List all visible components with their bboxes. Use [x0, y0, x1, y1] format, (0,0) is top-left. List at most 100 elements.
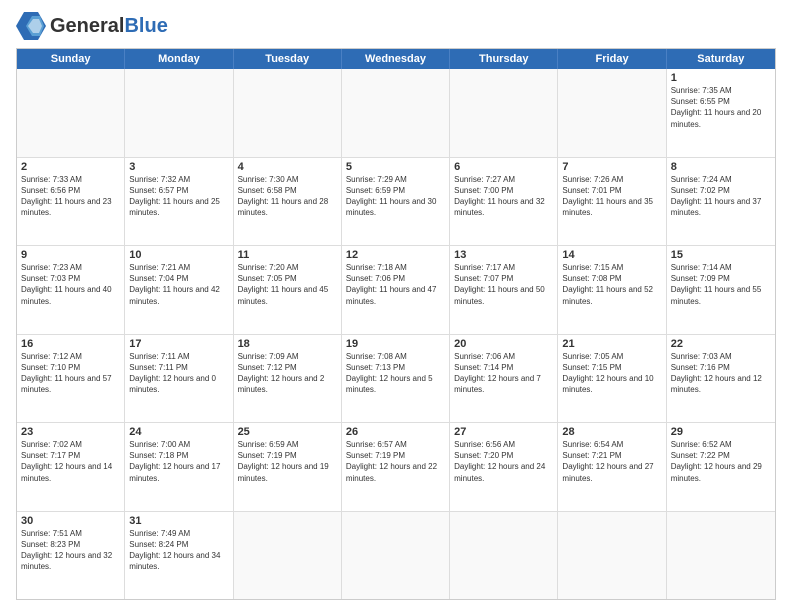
day-number: 22: [671, 338, 771, 350]
day-number: 25: [238, 426, 337, 438]
day-number: 12: [346, 249, 445, 261]
day-number: 15: [671, 249, 771, 261]
sun-info: Sunrise: 7:05 AMSunset: 7:15 PMDaylight:…: [562, 351, 661, 396]
day-number: 28: [562, 426, 661, 438]
sun-info: Sunrise: 7:27 AMSunset: 7:00 PMDaylight:…: [454, 174, 553, 219]
sun-info: Sunrise: 7:29 AMSunset: 6:59 PMDaylight:…: [346, 174, 445, 219]
calendar-cell: 25Sunrise: 6:59 AMSunset: 7:19 PMDayligh…: [234, 423, 342, 511]
calendar-cell: 16Sunrise: 7:12 AMSunset: 7:10 PMDayligh…: [17, 335, 125, 423]
day-number: 4: [238, 161, 337, 173]
day-number: 6: [454, 161, 553, 173]
day-number: 27: [454, 426, 553, 438]
weekday-header: Tuesday: [234, 49, 342, 69]
calendar-cell: 27Sunrise: 6:56 AMSunset: 7:20 PMDayligh…: [450, 423, 558, 511]
sun-info: Sunrise: 7:21 AMSunset: 7:04 PMDaylight:…: [129, 262, 228, 307]
calendar-cell: [450, 512, 558, 600]
calendar-cell: 13Sunrise: 7:17 AMSunset: 7:07 PMDayligh…: [450, 246, 558, 334]
day-number: 14: [562, 249, 661, 261]
calendar-cell: 4Sunrise: 7:30 AMSunset: 6:58 PMDaylight…: [234, 158, 342, 246]
sun-info: Sunrise: 7:06 AMSunset: 7:14 PMDaylight:…: [454, 351, 553, 396]
day-number: 26: [346, 426, 445, 438]
day-number: 3: [129, 161, 228, 173]
calendar-row: 1Sunrise: 7:35 AMSunset: 6:55 PMDaylight…: [17, 69, 775, 158]
sun-info: Sunrise: 7:18 AMSunset: 7:06 PMDaylight:…: [346, 262, 445, 307]
weekday-header: Saturday: [667, 49, 775, 69]
day-number: 29: [671, 426, 771, 438]
weekday-header: Wednesday: [342, 49, 450, 69]
calendar-cell: [234, 512, 342, 600]
calendar-row: 9Sunrise: 7:23 AMSunset: 7:03 PMDaylight…: [17, 246, 775, 335]
sun-info: Sunrise: 7:32 AMSunset: 6:57 PMDaylight:…: [129, 174, 228, 219]
day-number: 5: [346, 161, 445, 173]
day-number: 20: [454, 338, 553, 350]
sun-info: Sunrise: 7:30 AMSunset: 6:58 PMDaylight:…: [238, 174, 337, 219]
day-number: 2: [21, 161, 120, 173]
day-number: 23: [21, 426, 120, 438]
sun-info: Sunrise: 7:08 AMSunset: 7:13 PMDaylight:…: [346, 351, 445, 396]
day-number: 30: [21, 515, 120, 527]
weekday-header: Friday: [558, 49, 666, 69]
sun-info: Sunrise: 7:26 AMSunset: 7:01 PMDaylight:…: [562, 174, 661, 219]
calendar-cell: 14Sunrise: 7:15 AMSunset: 7:08 PMDayligh…: [558, 246, 666, 334]
calendar-cell: 5Sunrise: 7:29 AMSunset: 6:59 PMDaylight…: [342, 158, 450, 246]
calendar-cell: 29Sunrise: 6:52 AMSunset: 7:22 PMDayligh…: [667, 423, 775, 511]
sun-info: Sunrise: 7:15 AMSunset: 7:08 PMDaylight:…: [562, 262, 661, 307]
calendar-cell: 31Sunrise: 7:49 AMSunset: 8:24 PMDayligh…: [125, 512, 233, 600]
generalblue-icon: [16, 12, 46, 40]
day-number: 19: [346, 338, 445, 350]
calendar-cell: [234, 69, 342, 157]
weekday-header: Sunday: [17, 49, 125, 69]
sun-info: Sunrise: 7:51 AMSunset: 8:23 PMDaylight:…: [21, 528, 120, 573]
calendar-cell: 12Sunrise: 7:18 AMSunset: 7:06 PMDayligh…: [342, 246, 450, 334]
sun-info: Sunrise: 7:17 AMSunset: 7:07 PMDaylight:…: [454, 262, 553, 307]
calendar-cell: 20Sunrise: 7:06 AMSunset: 7:14 PMDayligh…: [450, 335, 558, 423]
calendar-cell: 17Sunrise: 7:11 AMSunset: 7:11 PMDayligh…: [125, 335, 233, 423]
calendar-cell: 18Sunrise: 7:09 AMSunset: 7:12 PMDayligh…: [234, 335, 342, 423]
day-number: 7: [562, 161, 661, 173]
sun-info: Sunrise: 7:35 AMSunset: 6:55 PMDaylight:…: [671, 85, 771, 130]
calendar-header: SundayMondayTuesdayWednesdayThursdayFrid…: [17, 49, 775, 69]
calendar-cell: 28Sunrise: 6:54 AMSunset: 7:21 PMDayligh…: [558, 423, 666, 511]
calendar-cell: [342, 69, 450, 157]
sun-info: Sunrise: 7:23 AMSunset: 7:03 PMDaylight:…: [21, 262, 120, 307]
sun-info: Sunrise: 6:57 AMSunset: 7:19 PMDaylight:…: [346, 439, 445, 484]
calendar-cell: 30Sunrise: 7:51 AMSunset: 8:23 PMDayligh…: [17, 512, 125, 600]
calendar-cell: 26Sunrise: 6:57 AMSunset: 7:19 PMDayligh…: [342, 423, 450, 511]
calendar-row: 2Sunrise: 7:33 AMSunset: 6:56 PMDaylight…: [17, 158, 775, 247]
day-number: 17: [129, 338, 228, 350]
calendar-cell: 9Sunrise: 7:23 AMSunset: 7:03 PMDaylight…: [17, 246, 125, 334]
day-number: 31: [129, 515, 228, 527]
calendar-cell: 3Sunrise: 7:32 AMSunset: 6:57 PMDaylight…: [125, 158, 233, 246]
sun-info: Sunrise: 7:49 AMSunset: 8:24 PMDaylight:…: [129, 528, 228, 573]
day-number: 10: [129, 249, 228, 261]
sun-info: Sunrise: 7:14 AMSunset: 7:09 PMDaylight:…: [671, 262, 771, 307]
calendar-cell: 10Sunrise: 7:21 AMSunset: 7:04 PMDayligh…: [125, 246, 233, 334]
logo: GeneralBlue: [16, 12, 168, 40]
calendar-row: 23Sunrise: 7:02 AMSunset: 7:17 PMDayligh…: [17, 423, 775, 512]
sun-info: Sunrise: 6:54 AMSunset: 7:21 PMDaylight:…: [562, 439, 661, 484]
weekday-header: Monday: [125, 49, 233, 69]
calendar-cell: [450, 69, 558, 157]
day-number: 16: [21, 338, 120, 350]
sun-info: Sunrise: 7:03 AMSunset: 7:16 PMDaylight:…: [671, 351, 771, 396]
day-number: 11: [238, 249, 337, 261]
calendar-cell: [558, 512, 666, 600]
day-number: 24: [129, 426, 228, 438]
calendar-body: 1Sunrise: 7:35 AMSunset: 6:55 PMDaylight…: [17, 69, 775, 599]
calendar-cell: 2Sunrise: 7:33 AMSunset: 6:56 PMDaylight…: [17, 158, 125, 246]
day-number: 8: [671, 161, 771, 173]
sun-info: Sunrise: 6:56 AMSunset: 7:20 PMDaylight:…: [454, 439, 553, 484]
calendar-cell: [667, 512, 775, 600]
sun-info: Sunrise: 6:52 AMSunset: 7:22 PMDaylight:…: [671, 439, 771, 484]
sun-info: Sunrise: 7:02 AMSunset: 7:17 PMDaylight:…: [21, 439, 120, 484]
sun-info: Sunrise: 7:33 AMSunset: 6:56 PMDaylight:…: [21, 174, 120, 219]
day-number: 1: [671, 72, 771, 84]
day-number: 18: [238, 338, 337, 350]
header: GeneralBlue: [16, 12, 776, 40]
calendar-cell: 19Sunrise: 7:08 AMSunset: 7:13 PMDayligh…: [342, 335, 450, 423]
sun-info: Sunrise: 7:20 AMSunset: 7:05 PMDaylight:…: [238, 262, 337, 307]
calendar-cell: [17, 69, 125, 157]
sun-info: Sunrise: 7:00 AMSunset: 7:18 PMDaylight:…: [129, 439, 228, 484]
calendar-cell: 23Sunrise: 7:02 AMSunset: 7:17 PMDayligh…: [17, 423, 125, 511]
sun-info: Sunrise: 7:24 AMSunset: 7:02 PMDaylight:…: [671, 174, 771, 219]
